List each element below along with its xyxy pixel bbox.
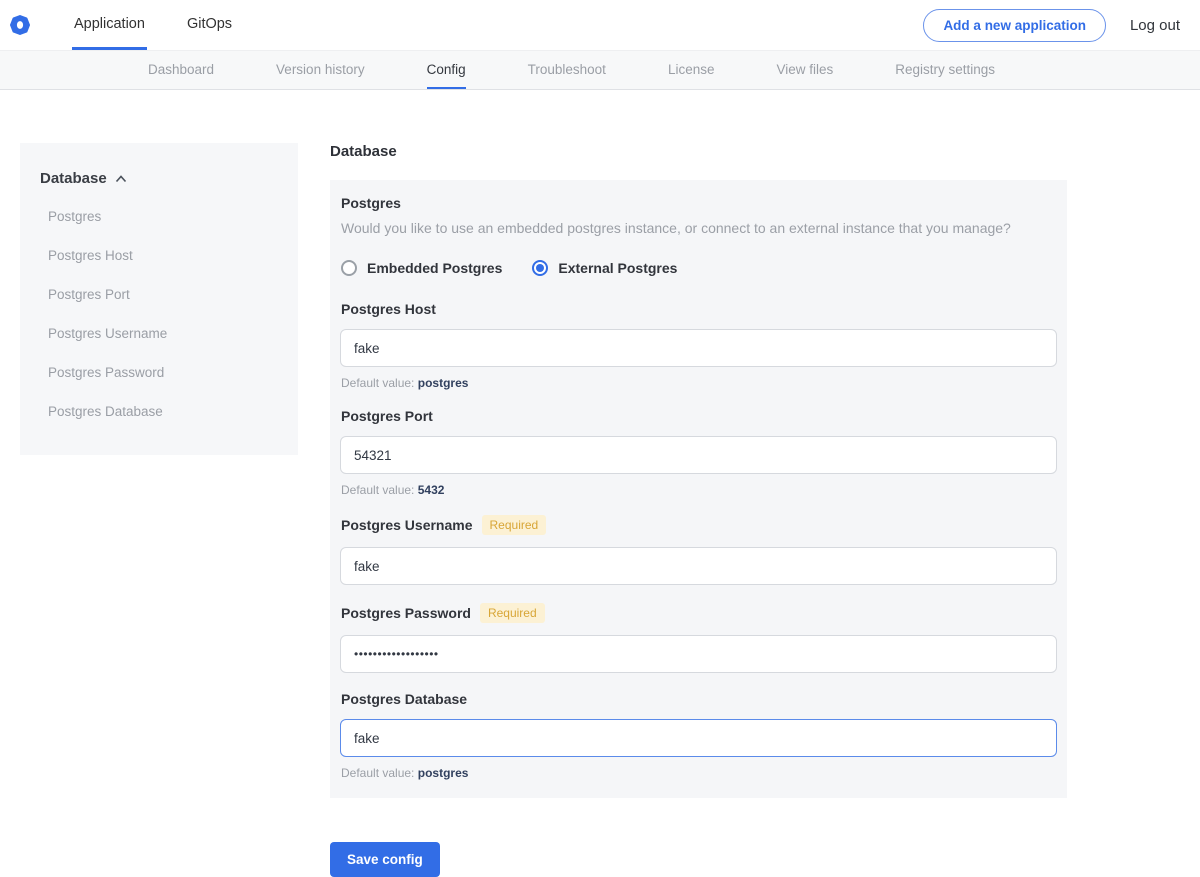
postgres-host-input[interactable] [340,329,1057,367]
default-label: Default value: [341,766,414,780]
postgres-host-default: Default value: postgres [341,376,1057,390]
replicated-logo-icon [10,15,30,35]
sidebar-item-postgres-host[interactable]: Postgres Host [40,236,278,275]
field-postgres-password: Postgres Password Required [340,603,1057,673]
save-config-button[interactable]: Save config [330,842,440,877]
required-badge: Required [480,603,545,623]
tab-application-label: Application [74,16,145,32]
postgres-username-input[interactable] [340,547,1057,585]
postgres-database-label: Postgres Database [341,691,467,707]
radio-embedded-postgres-label: Embedded Postgres [367,260,502,276]
sidebar-item-postgres-password[interactable]: Postgres Password [40,353,278,392]
subnav-item-registry-settings[interactable]: Registry settings [895,51,995,89]
database-config-group: Postgres Would you like to use an embedd… [330,180,1067,798]
subnav-item-view-files[interactable]: View files [776,51,833,89]
radio-embedded-postgres[interactable]: Embedded Postgres [341,260,502,276]
postgres-password-input[interactable] [340,635,1057,673]
postgres-port-default: Default value: 5432 [341,483,1057,497]
postgres-mode-radio-group: Embedded Postgres External Postgres [341,260,1057,276]
sidebar-item-postgres[interactable]: Postgres [40,197,278,236]
page-title: Database [330,143,1067,160]
config-page: Database Postgres Postgres Host Postgres… [0,90,1200,877]
tab-gitops-label: GitOps [187,16,232,32]
sidebar-group-database-label: Database [40,170,107,187]
default-value: postgres [418,766,469,780]
default-label: Default value: [341,376,414,390]
subnav-item-license[interactable]: License [668,51,715,89]
sidebar-group-database[interactable]: Database [40,170,278,187]
postgres-database-input[interactable] [340,719,1057,757]
add-application-button[interactable]: Add a new application [923,9,1106,42]
chevron-up-icon [115,175,127,183]
subnav-item-config[interactable]: Config [427,51,466,89]
tab-application[interactable]: Application [72,0,147,50]
subnav-item-dashboard[interactable]: Dashboard [148,51,214,89]
field-postgres-username: Postgres Username Required [340,515,1057,585]
radio-external-postgres-label: External Postgres [558,260,677,276]
postgres-group-help-text: Would you like to use an embedded postgr… [341,220,1057,236]
postgres-host-label: Postgres Host [341,301,436,317]
default-value: 5432 [418,483,445,497]
postgres-username-label: Postgres Username [341,517,473,533]
field-postgres-port: Postgres Port Default value: 5432 [340,408,1057,497]
sidebar-item-postgres-username[interactable]: Postgres Username [40,314,278,353]
default-label: Default value: [341,483,414,497]
app-logo[interactable] [10,0,30,50]
tab-gitops[interactable]: GitOps [185,0,234,50]
required-badge: Required [482,515,547,535]
sidebar-item-postgres-database[interactable]: Postgres Database [40,392,278,431]
default-value: postgres [418,376,469,390]
field-postgres-host: Postgres Host Default value: postgres [340,301,1057,390]
radio-external-postgres[interactable]: External Postgres [532,260,677,276]
postgres-password-label: Postgres Password [341,605,471,621]
sidebar-item-postgres-port[interactable]: Postgres Port [40,275,278,314]
top-nav: Application GitOps Add a new application… [0,0,1200,50]
subnav-item-troubleshoot[interactable]: Troubleshoot [528,51,606,89]
logout-link[interactable]: Log out [1130,17,1180,34]
subnav-item-version-history[interactable]: Version history [276,51,365,89]
postgres-group-label: Postgres [341,195,1057,211]
app-subnav: Dashboard Version history Config Trouble… [0,50,1200,90]
config-main: Database Postgres Would you like to use … [330,143,1067,877]
field-postgres-database: Postgres Database Default value: postgre… [340,691,1057,780]
postgres-database-default: Default value: postgres [341,766,1057,780]
postgres-port-label: Postgres Port [341,408,433,424]
postgres-port-input[interactable] [340,436,1057,474]
radio-circle-icon [341,260,357,276]
config-sidebar: Database Postgres Postgres Host Postgres… [20,143,298,455]
radio-circle-icon [532,260,548,276]
